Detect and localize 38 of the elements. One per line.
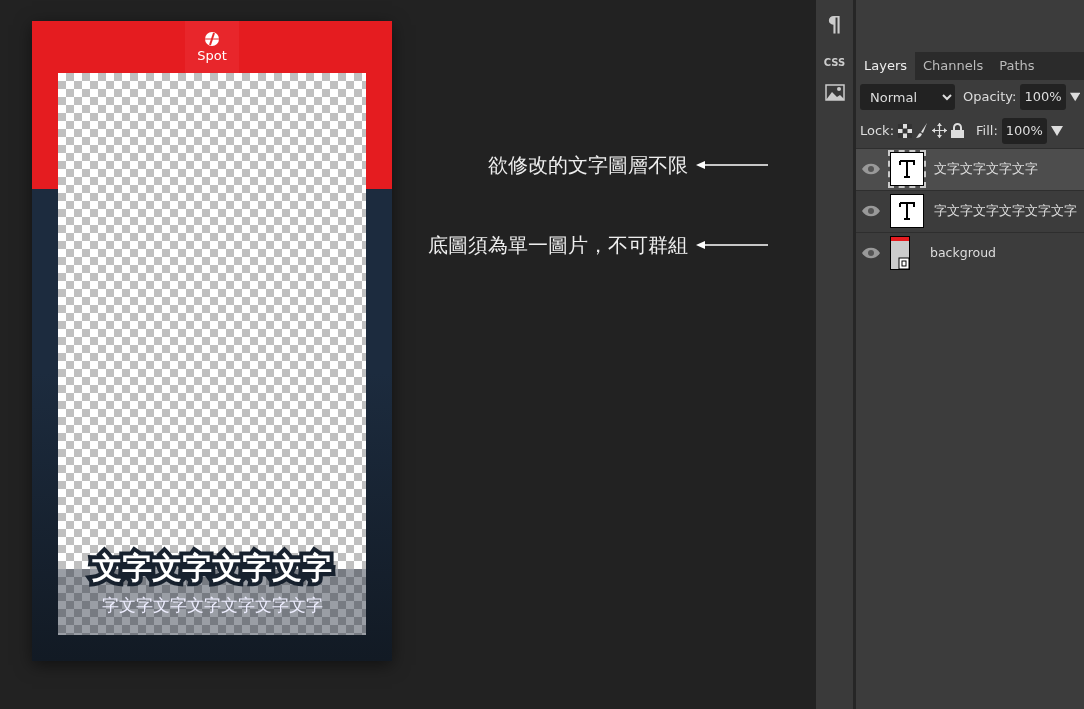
eye-icon[interactable] [862,247,880,259]
fill-label: Fill: [976,122,998,140]
lock-label: Lock: [860,122,895,140]
serif-letter-icon [899,160,915,178]
arrow-icon [696,240,768,250]
eye-icon[interactable] [862,163,880,175]
blend-mode-dropdown[interactable]: Normal [860,84,955,110]
annotation-text: 欲修改的文字圖層不限 [488,152,688,179]
dropdown-triangle-icon[interactable] [1069,92,1080,102]
layer-row[interactable]: 字文字文字文字文字文字 [856,189,1084,232]
arrow-icon [696,160,768,170]
panel-tab[interactable]: Channels [915,52,992,80]
brush-icon[interactable] [916,123,929,139]
fill-field[interactable]: 100% [1001,118,1047,144]
layer-name: backgroud [930,243,996,262]
css-tool[interactable]: CSS [823,55,846,70]
serif-letter-icon [899,202,915,220]
dropdown-triangle-icon[interactable] [1050,125,1063,136]
image-icon[interactable] [824,84,845,101]
layer-row[interactable]: backgroud [856,231,1084,274]
eye-icon[interactable] [862,205,880,217]
opacity-field[interactable]: 100% [1020,84,1066,110]
caption-subtitle: 字文字文字文字文字文字文字 [101,594,323,617]
panel-tab[interactable]: Paths [991,52,1043,80]
logo-icon [205,32,219,46]
layer-name: 字文字文字文字文字文字 [934,201,1077,220]
move-icon[interactable] [932,123,948,139]
layer-name: 文字文字文字文字 [934,159,1038,178]
paragraph-tool[interactable]: ¶ [827,8,842,41]
panel-tab[interactable]: Layers [856,52,916,80]
opacity-label: Opacity: [963,88,1017,107]
checkerboard-lock-icon[interactable] [898,123,913,138]
annotation-text: 底圖須為單一圖片，不可群組 [428,232,688,259]
layer-row[interactable]: 文字文字文字文字 [856,147,1084,190]
lock-icon[interactable] [951,123,965,139]
image-layer-thumbnail [890,236,910,270]
logo-text: Spot [197,49,227,62]
caption-title: 文字文字文字文字 [86,543,338,592]
